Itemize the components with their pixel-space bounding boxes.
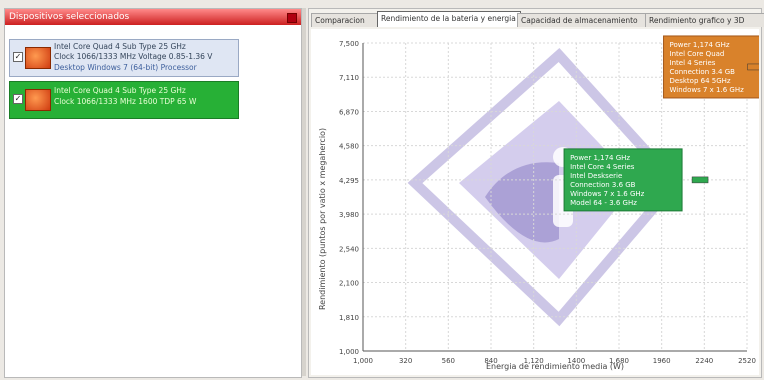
y-tick-label: 2,100 [339, 280, 359, 288]
data-point[interactable] [747, 63, 764, 71]
panel-splitter[interactable] [302, 8, 306, 376]
tab-rendimiento-bateria[interactable]: Rendimiento de la bateria y energia [377, 11, 521, 27]
x-tick-label: 560 [442, 357, 455, 365]
callout-text: Connection 3.6 GB [570, 181, 636, 189]
y-tick-label: 7,110 [339, 74, 359, 82]
data-point[interactable] [691, 176, 709, 184]
scatter-chart: TM 1,0003205608401,12014001,680196022402… [318, 35, 764, 371]
item-detail: Clock 1066/1333 MHz 1600 TDP 65 W [54, 97, 197, 106]
y-tick-label: 3,980 [339, 211, 359, 219]
chart-panel: Comparacion Rendimiento de la bateria y … [308, 8, 764, 378]
x-tick-label: 1960 [653, 357, 671, 365]
y-tick-label: 6,870 [339, 108, 359, 116]
callout-text: Intel Core 4 Series [570, 163, 635, 171]
tab-bar: Comparacion Rendimiento de la bateria y … [309, 11, 764, 27]
item-title: Intel Core Quad 4 Sub Type 25 GHz [54, 42, 186, 51]
x-tick-label: 2240 [695, 357, 713, 365]
device-list-panel: Dispositivos seleccionados ✓ Intel Core … [4, 8, 302, 378]
panel-header: Dispositivos seleccionados [5, 9, 301, 25]
x-tick-label: 320 [399, 357, 412, 365]
tab-almacenamiento[interactable]: Capacidad de almacenamiento [517, 13, 649, 27]
tab-rendimiento-grafico[interactable]: Rendimiento grafico y 3D [645, 13, 764, 27]
item-detail: Clock 1066/1333 MHz Voltage 0.85-1.36 V [54, 52, 213, 61]
y-tick-label: 2,540 [339, 245, 359, 253]
item-checkbox[interactable]: ✓ [13, 52, 23, 62]
callout-text: Desktop 64 5GHz [670, 77, 731, 85]
y-axis-label: Rendimiento (puntos por vatio x megaherc… [318, 128, 327, 310]
callout-text: Power 1,174 GHz [570, 154, 630, 162]
processor-icon [25, 89, 51, 111]
callout-text: Intel 4 Series [670, 59, 716, 67]
list-item[interactable]: ✓ Intel Core Quad 4 Sub Type 25 GHz Cloc… [9, 39, 239, 77]
y-tick-label: 4,295 [339, 177, 359, 185]
processor-icon [25, 47, 51, 69]
y-tick-label: 1,810 [339, 314, 359, 322]
y-tick-label: 4,580 [339, 143, 359, 151]
list-item[interactable]: ✓ Intel Core Quad 4 Sub Type 25 GHz Cloc… [9, 81, 239, 119]
panel-title: Dispositivos seleccionados [9, 12, 130, 22]
x-axis-label: Energia de rendimiento media (W) [486, 362, 624, 371]
close-icon[interactable] [287, 13, 297, 23]
item-subdetail: Desktop Windows 7 (64-bit) Processor [54, 63, 197, 72]
x-tick-label: 2520 [738, 357, 756, 365]
callout-text: Connection 3.4 GB [670, 68, 736, 76]
tab-comparacion[interactable]: Comparacion [311, 13, 379, 27]
callout-text: Windows 7 x 1.6 GHz [670, 86, 745, 94]
chart-area: TM 1,0003205608401,12014001,680196022402… [311, 29, 764, 375]
item-checkbox[interactable]: ✓ [13, 94, 23, 104]
x-tick-label: 1,000 [353, 357, 373, 365]
y-tick-label: 1,000 [339, 348, 359, 356]
callout-text: Intel Core Quad [670, 50, 725, 58]
item-title: Intel Core Quad 4 Sub Type 25 GHz [54, 86, 186, 95]
callout-text: Windows 7 x 1.6 GHz [570, 190, 645, 198]
callout-text: Power 1,174 GHz [670, 41, 730, 49]
callout-text: Model 64 - 3.6 GHz [570, 199, 637, 207]
y-tick-label: 7,500 [339, 40, 359, 48]
callout-text: Intel Deskserie [570, 172, 622, 180]
